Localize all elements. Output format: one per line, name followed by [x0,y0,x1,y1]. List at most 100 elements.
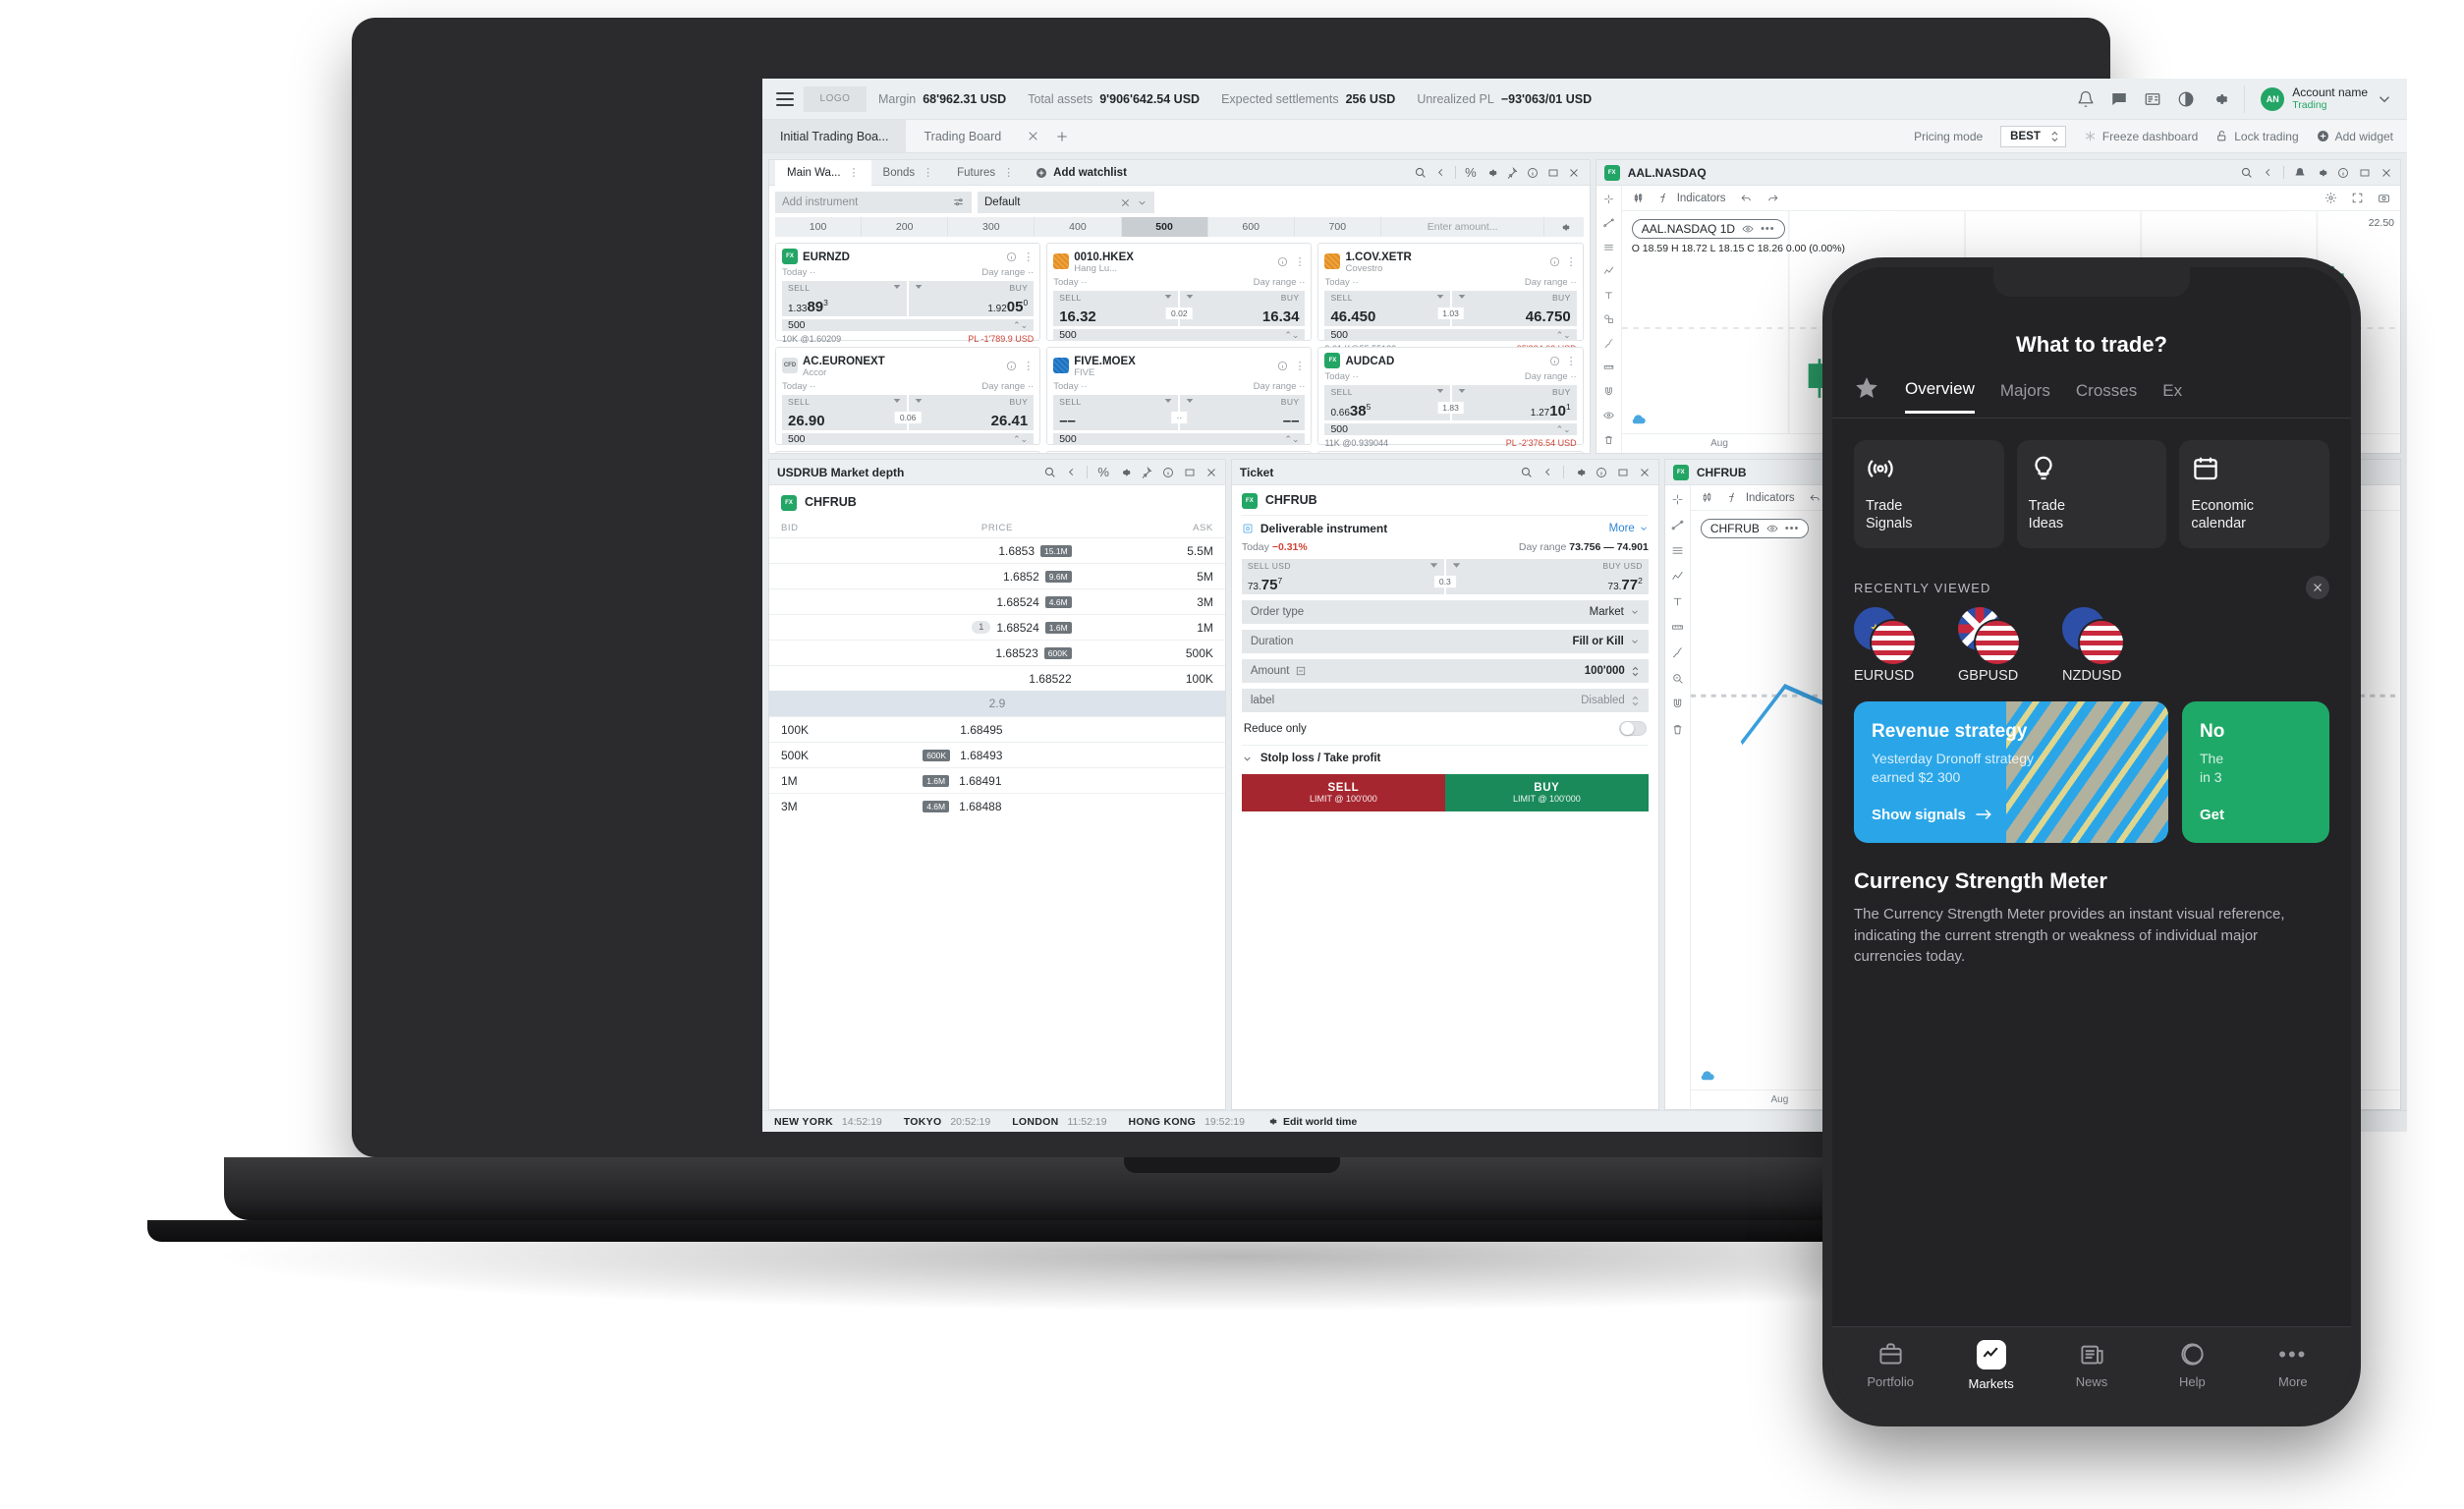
market-depth-bid-row[interactable]: 3M 4.6M 1.68488 [769,793,1225,818]
instrument-card[interactable]: FX EURNZD ⋮ Today ·· Day range ·· SELL 1… [775,243,1041,344]
instrument-card[interactable]: AFKS.MOEX ⋮ Today ·· Day range ·· SELL B… [1317,451,1584,453]
maximize-icon[interactable] [2359,167,2371,179]
chevron-left-icon[interactable] [1435,167,1446,178]
instrument-card[interactable]: 0010.HKEX Hang Lu... ⋮ Today ·· Day rang… [1046,243,1313,354]
eye-icon[interactable] [1602,410,1615,420]
instrument-card[interactable]: FIVE.MOEX FIVE ⋮ Today ·· Day range ·· S… [1046,347,1313,453]
trash-icon[interactable] [1602,434,1615,445]
brush-icon[interactable] [1602,338,1615,349]
gear-icon[interactable] [1485,167,1497,179]
stepper-icon[interactable]: ⌃⌄ [1284,434,1299,445]
board-tab-trading[interactable]: Trading Board [906,120,1019,152]
undo-icon[interactable] [1740,192,1753,204]
settings-icon[interactable] [2324,192,2337,204]
amount-row[interactable]: Amount 100'000 [1241,659,1649,683]
card-buy-quote[interactable]: BUY 26.41 [909,395,1035,431]
shapes-icon[interactable] [1602,313,1615,324]
nav-more[interactable]: ••• More [2243,1341,2343,1389]
brush-icon[interactable] [1671,646,1684,659]
promo-revenue-cta[interactable]: Show signals [1872,807,2151,823]
instrument-card[interactable]: CFD AC.EURONEXT Accor ⋮ Today ·· Day ran… [775,347,1041,453]
maximize-icon[interactable] [1547,167,1559,179]
mobile-tab-majors[interactable]: Majors [2000,381,2050,413]
fullscreen-icon[interactable] [2351,192,2364,204]
gear-icon[interactable] [1119,467,1131,478]
info-icon[interactable] [1527,167,1539,179]
percent-icon[interactable]: % [1097,465,1109,479]
maximize-icon[interactable] [1617,467,1629,478]
card-buy-quote[interactable]: BUY 16.34 [1180,291,1306,327]
kebab-icon[interactable]: ⋮ [1294,360,1305,372]
redo-icon[interactable] [1766,192,1779,204]
filter-icon[interactable] [952,196,965,209]
amount-input[interactable]: Enter amount... [1381,217,1545,237]
instrument-card[interactable]: FX AUDUSD ⋮ Today ·· Day range ·· SELL B… [775,451,1041,453]
chevron-left-icon[interactable] [1066,467,1077,477]
sell-button[interactable]: SELL LIMIT @ 100'000 [1241,774,1445,811]
watchlist-tab-bonds[interactable]: Bonds ⋮ [871,160,946,186]
fibonacci-icon[interactable] [1671,544,1684,557]
pin-icon[interactable] [1506,166,1518,179]
close-icon[interactable] [1205,467,1217,478]
card-sell-quote[interactable]: SELL 46.450 [1324,291,1450,327]
card-amount[interactable]: 500 ⌃⌄ [1324,423,1577,435]
quantity-200[interactable]: 200 [862,217,949,237]
nav-news[interactable]: News [2042,1341,2142,1389]
watchlist-tab-main[interactable]: Main Wa... ⋮ [775,160,871,186]
kebab-icon[interactable]: ⋮ [1003,166,1014,179]
indicators-button[interactable]: Indicators [1727,491,1795,504]
close-icon[interactable] [1568,167,1580,179]
info-icon[interactable] [1549,356,1560,366]
crosshair-icon[interactable] [1671,493,1684,506]
market-depth-ask-row[interactable]: 1.68524 4.6M 3M [769,588,1225,614]
fibonacci-icon[interactable] [1602,242,1615,252]
card-amount[interactable]: 500 ⌃⌄ [782,433,1035,446]
card-amount[interactable]: 500 ⌃⌄ [1324,329,1577,342]
info-icon[interactable] [1162,467,1174,478]
board-tab-initial[interactable]: Initial Trading Boa... [762,120,907,152]
chat-icon[interactable] [2110,90,2128,108]
card-buy-quote[interactable]: BUY 46.750 [1451,291,1577,327]
kebab-icon[interactable]: ⋮ [1566,355,1577,367]
eye-icon[interactable] [1766,523,1778,534]
more-icon[interactable]: ••• [1761,223,1775,235]
add-board-icon[interactable] [1047,120,1077,152]
search-icon[interactable] [2240,166,2253,179]
cloud-icon[interactable] [1630,412,1648,425]
kebab-icon[interactable]: ⋮ [1023,251,1034,263]
card-amount[interactable]: 500 ⌃⌄ [782,319,1035,331]
freeze-dashboard-button[interactable]: Freeze dashboard [2084,130,2198,143]
stepper-icon[interactable]: ⌃⌄ [1013,434,1028,445]
pattern-icon[interactable] [1671,570,1684,583]
menu-icon[interactable] [772,86,798,112]
ticket-more-button[interactable]: More [1609,523,1649,534]
reduce-only-toggle[interactable] [1618,721,1647,736]
watchlist-tab-futures[interactable]: Futures ⋮ [945,160,1026,186]
preset-select[interactable]: Default [978,192,1154,213]
chevron-left-icon[interactable] [2263,167,2273,178]
label-row[interactable]: label Disabled [1241,689,1649,712]
quantity-500[interactable]: 500 [1121,217,1208,237]
search-icon[interactable] [1520,466,1533,478]
nav-markets[interactable]: Markets [1940,1339,2041,1391]
stepper-icon[interactable]: ⌃⌄ [1284,330,1299,341]
card-buy-quote[interactable]: BUY 1.92050 [909,281,1035,316]
mobile-tab-crosses[interactable]: Crosses [2076,381,2137,413]
card-sell-quote[interactable]: SELL 26.90 [782,395,908,431]
market-depth-ask-row[interactable]: 1.68522 100K [769,665,1225,691]
chart-bottom-symbol-chip[interactable]: CHFRUB ••• [1700,519,1810,538]
gear-icon[interactable] [1574,467,1586,478]
add-widget-button[interactable]: Add widget [2317,130,2393,143]
chart-top-symbol-chip[interactable]: AAL.NASDAQ 1D ••• [1631,219,1785,239]
favorites-star-icon[interactable] [1854,375,1879,418]
minus-box-icon[interactable] [1296,666,1306,676]
quantity-settings-icon[interactable] [1544,217,1583,237]
card-amount[interactable]: 500 ⌃⌄ [1053,433,1306,446]
recent-pair-gbpusd[interactable]: GBPUSD [1958,607,2041,684]
more-icon[interactable]: ••• [1785,523,1800,534]
chevron-left-icon[interactable] [1542,467,1553,477]
recent-pair-nzdusd[interactable]: NZDUSD [2062,607,2145,684]
kebab-icon[interactable]: ⋮ [1294,255,1305,268]
trendline-icon[interactable] [1602,217,1615,228]
promo-revenue-strategy[interactable]: Revenue strategy Yesterday Dronoff strat… [1854,701,2168,843]
